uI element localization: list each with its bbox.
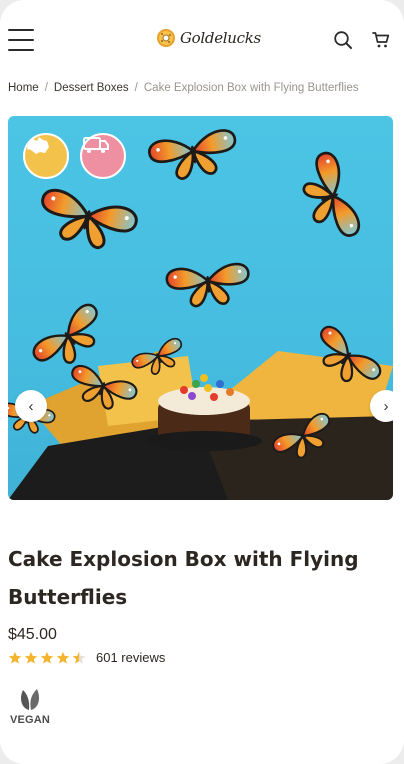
leaf-icon [21,689,39,710]
breadcrumb-dessert-boxes[interactable]: Dessert Boxes [54,82,129,94]
breadcrumb-current: Cake Explosion Box with Flying Butterfli… [143,82,359,94]
donut-logo-icon [157,29,175,47]
app-frame: Goldelucks Home / Dessert Boxes / Cake E… [0,0,404,764]
breadcrumb-separator: / [44,82,48,94]
brand-name: Goldelucks [180,29,261,47]
vegan-label: VEGAN [9,714,51,726]
delivery-van-icon [80,133,126,179]
product-price: $45.00 [8,626,57,643]
star-rating [8,651,88,665]
breadcrumb-separator: / [134,82,138,94]
australia-map-icon [23,133,69,179]
hamburger-menu-icon[interactable] [8,29,34,51]
header-actions [332,29,392,51]
dietary-badge-vegan: VEGAN [8,686,52,726]
cart-icon[interactable] [370,29,392,51]
star-icon [8,651,22,664]
breadcrumb-home[interactable]: Home [8,82,39,94]
product-rating[interactable]: 601 reviews [8,650,165,665]
search-icon[interactable] [332,29,354,51]
product-photo [8,127,393,500]
star-icon [40,651,54,664]
chevron-left-icon[interactable]: ‹ [15,390,47,422]
brand-logo[interactable]: Goldelucks [156,28,261,48]
product-image-gallery[interactable]: ‹ › [8,116,393,500]
half-star-icon [72,651,86,664]
product-title: Cake Explosion Box with Flying Butterfli… [8,547,359,609]
star-icon [24,651,38,664]
review-count[interactable]: 601 reviews [96,650,165,665]
site-header: Goldelucks [0,14,404,66]
star-icon [56,651,70,664]
breadcrumb: Home / Dessert Boxes / Cake Explosion Bo… [8,82,359,94]
